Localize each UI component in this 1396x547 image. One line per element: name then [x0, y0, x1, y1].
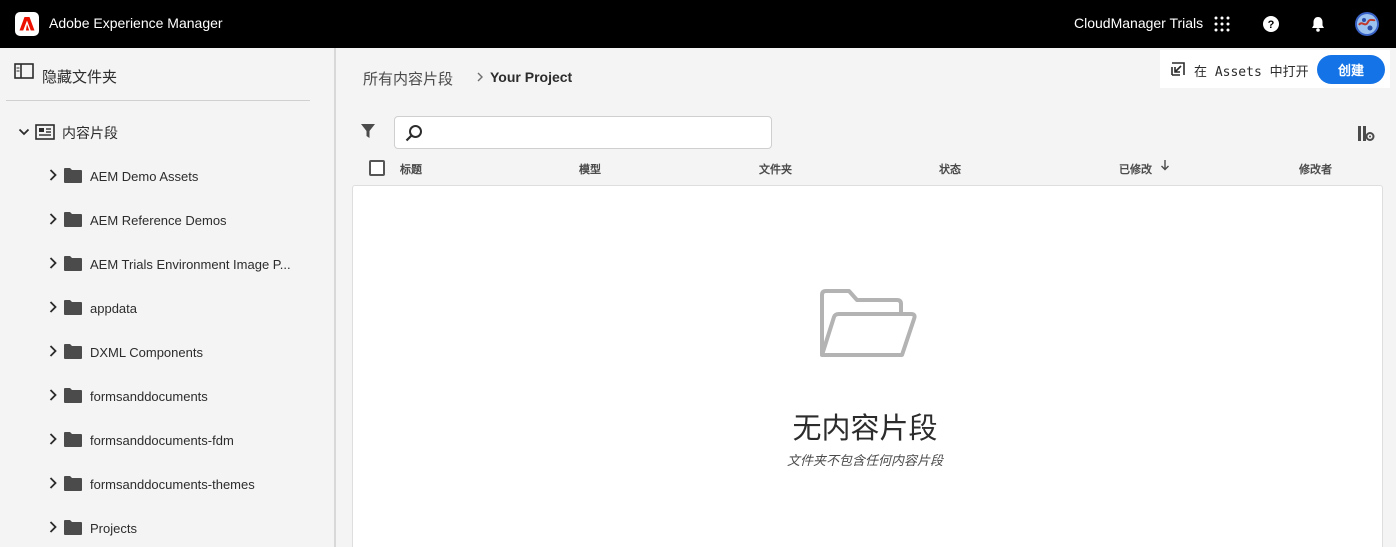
select-all-checkbox[interactable]: [369, 160, 385, 176]
breadcrumb-all-fragments[interactable]: 所有内容片段: [363, 68, 453, 89]
folder-icon: [64, 431, 82, 452]
app-title[interactable]: Adobe Experience Manager: [49, 15, 223, 31]
results-panel: [352, 185, 1383, 547]
column-modified-by[interactable]: 修改者: [1299, 161, 1332, 177]
tree-folder-label[interactable]: AEM Demo Assets: [90, 169, 198, 184]
column-modified[interactable]: 已修改: [1119, 161, 1152, 177]
chevron-right-icon[interactable]: [48, 344, 58, 363]
tree-folder-item[interactable]: DXML Components: [48, 341, 328, 363]
sort-descending-icon[interactable]: [1160, 159, 1170, 174]
folder-icon: [64, 475, 82, 496]
tree-root-label[interactable]: 内容片段: [62, 123, 118, 143]
filter-icon[interactable]: [360, 123, 376, 144]
tree-folder-item[interactable]: AEM Trials Environment Image P...: [48, 253, 328, 275]
column-status[interactable]: 状态: [939, 161, 961, 177]
view-settings-icon[interactable]: [1357, 125, 1375, 147]
content-fragment-icon: [35, 124, 55, 140]
apps-grid-icon[interactable]: [1210, 12, 1234, 36]
tree-folder-label[interactable]: formsanddocuments-themes: [90, 477, 255, 492]
open-in-new-icon[interactable]: [1170, 61, 1186, 77]
chevron-right-icon[interactable]: [48, 300, 58, 319]
search-icon: [405, 124, 423, 147]
tree-root-content-fragments[interactable]: [18, 122, 55, 142]
tree-folder-item[interactable]: AEM Demo Assets: [48, 165, 328, 187]
chevron-right-icon[interactable]: [48, 212, 58, 231]
open-in-assets-button[interactable]: 在 Assets 中打开: [1194, 61, 1309, 80]
search-box[interactable]: [394, 116, 772, 149]
sidebar-divider: [6, 100, 310, 101]
chevron-right-icon[interactable]: [48, 520, 58, 539]
folder-icon: [64, 299, 82, 320]
tree-folder-item[interactable]: formsanddocuments-fdm: [48, 429, 328, 451]
empty-state-title: 无内容片段: [792, 411, 938, 445]
tree-folder-label[interactable]: formsanddocuments: [90, 389, 208, 404]
chevron-down-icon: [18, 128, 30, 136]
tree-folder-label[interactable]: DXML Components: [90, 345, 203, 360]
folder-sidebar: 隐藏文件夹 内容片段 AEM Demo Assets AEM Reference …: [0, 48, 336, 547]
tree-folder-item[interactable]: formsanddocuments-themes: [48, 473, 328, 495]
search-input[interactable]: [431, 122, 765, 144]
chevron-right-icon[interactable]: [48, 256, 58, 275]
folder-icon: [64, 387, 82, 408]
notification-bell-icon[interactable]: [1306, 12, 1330, 36]
tree-folder-item[interactable]: Projects: [48, 517, 328, 539]
tree-folder-item[interactable]: formsanddocuments: [48, 385, 328, 407]
help-icon[interactable]: ?: [1259, 12, 1283, 36]
column-folder[interactable]: 文件夹: [759, 161, 792, 177]
chevron-right-icon[interactable]: [48, 388, 58, 407]
hide-folders-label[interactable]: 隐藏文件夹: [42, 66, 117, 87]
chevron-right-icon[interactable]: [48, 168, 58, 187]
folder-icon: [64, 211, 82, 232]
tree-folder-label[interactable]: appdata: [90, 301, 137, 316]
top-navigation-bar: Adobe Experience Manager CloudManager Tr…: [0, 0, 1396, 48]
hide-folders-toggle[interactable]: [14, 63, 34, 79]
folder-open-icon: [819, 289, 918, 364]
chevron-right-icon[interactable]: [48, 476, 58, 495]
chevron-right-icon[interactable]: [48, 432, 58, 451]
tree-folder-item[interactable]: AEM Reference Demos: [48, 209, 328, 231]
folder-icon: [64, 167, 82, 188]
sidebar-panel-icon: [14, 63, 34, 79]
create-button[interactable]: 创建: [1317, 55, 1385, 84]
folder-icon: [64, 519, 82, 540]
adobe-logo-icon[interactable]: [15, 12, 39, 36]
folder-icon: [64, 343, 82, 364]
tree-folder-label[interactable]: AEM Reference Demos: [90, 213, 227, 228]
tree-folder-label[interactable]: AEM Trials Environment Image P...: [90, 257, 291, 272]
breadcrumb-current: Your Project: [490, 69, 573, 85]
user-avatar-icon[interactable]: [1355, 12, 1379, 36]
empty-state-subtitle: 文件夹不包含任何内容片段: [786, 453, 943, 468]
org-switcher[interactable]: CloudManager Trials: [1074, 15, 1203, 31]
svg-text:?: ?: [1268, 19, 1275, 31]
tree-folder-label[interactable]: Projects: [90, 521, 137, 536]
tree-folder-item[interactable]: appdata: [48, 297, 328, 319]
tree-folder-label[interactable]: formsanddocuments-fdm: [90, 433, 234, 448]
chevron-right-icon: [475, 70, 485, 88]
folder-icon: [64, 255, 82, 276]
column-title[interactable]: 标题: [400, 161, 422, 177]
column-model[interactable]: 模型: [579, 161, 601, 177]
